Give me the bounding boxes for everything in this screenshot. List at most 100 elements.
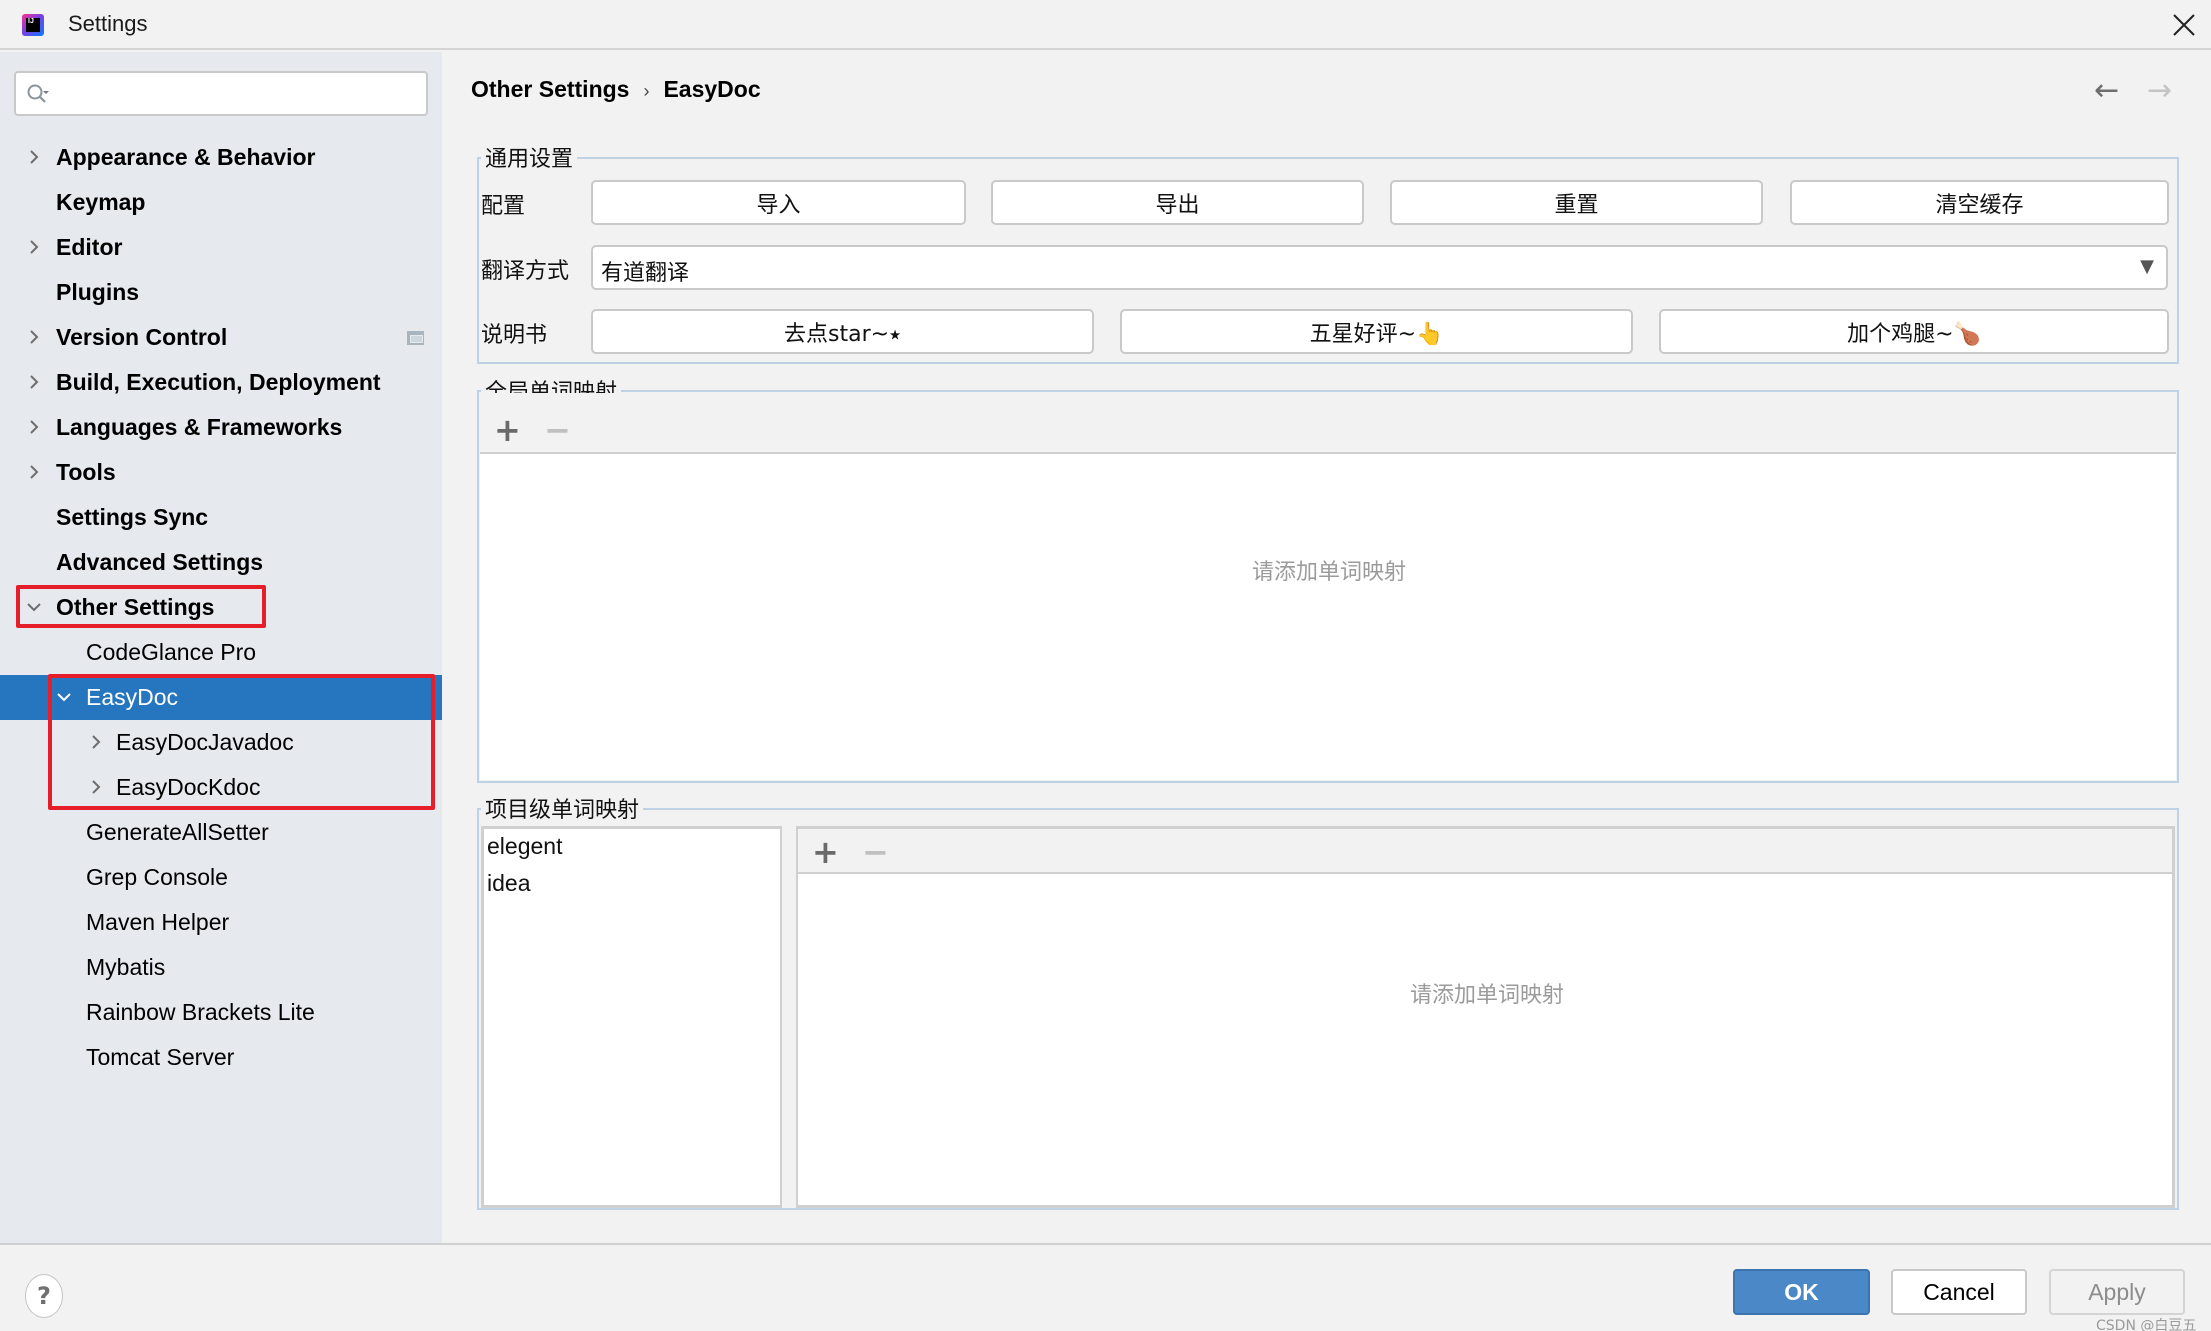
project-list-item[interactable]: idea bbox=[487, 870, 530, 897]
back-button[interactable]: ← bbox=[2094, 76, 2119, 106]
sidebar-item-label: Tools bbox=[56, 459, 116, 485]
config-label: 配置 bbox=[481, 194, 526, 219]
sidebar-item-mybatis[interactable]: Mybatis bbox=[0, 945, 442, 990]
export-button[interactable]: 导出 bbox=[991, 180, 1364, 225]
star-button[interactable]: 去点star~⭑ bbox=[591, 309, 1094, 354]
sidebar-item-editor[interactable]: Editor bbox=[0, 225, 442, 270]
apply-button[interactable]: Apply bbox=[2049, 1269, 2185, 1315]
sidebar-item-grep-console[interactable]: Grep Console bbox=[0, 855, 442, 900]
project-mapping-toolbar: + − bbox=[798, 829, 2172, 874]
chevron-right-icon[interactable] bbox=[24, 450, 44, 495]
sidebar-item-easydoc[interactable]: EasyDoc bbox=[0, 675, 442, 720]
sidebar-item-label: Maven Helper bbox=[86, 909, 230, 935]
sidebar-item-label: Rainbow Brackets Lite bbox=[86, 999, 315, 1025]
sidebar-item-label: GenerateAllSetter bbox=[86, 819, 269, 845]
watermark: CSDN @白豆五 bbox=[2096, 1318, 2197, 1331]
sidebar-item-keymap[interactable]: Keymap bbox=[0, 180, 442, 225]
breadcrumb-parent[interactable]: Other Settings bbox=[471, 76, 629, 102]
project-list: elegent idea bbox=[481, 826, 782, 1208]
arrow-right-icon: → bbox=[2147, 73, 2173, 108]
chevron-right-icon[interactable] bbox=[86, 720, 106, 765]
sidebar-item-label: EasyDoc bbox=[86, 684, 179, 710]
sidebar-item-tools[interactable]: Tools bbox=[0, 450, 442, 495]
translate-method-select[interactable]: 有道翻译 ▼ bbox=[591, 245, 2168, 290]
sidebar-item-generateallsetter[interactable]: GenerateAllSetter bbox=[0, 810, 442, 855]
breadcrumb-current: EasyDoc bbox=[663, 76, 761, 102]
chevron-right-icon[interactable] bbox=[86, 765, 106, 810]
sidebar-item-label: Settings Sync bbox=[56, 504, 209, 530]
forward-button[interactable]: → bbox=[2147, 76, 2172, 106]
global-mapping-toolbar: + − bbox=[480, 393, 2176, 454]
chevron-right-icon[interactable] bbox=[24, 315, 44, 360]
five-star-review-button[interactable]: 五星好评~👆 bbox=[1120, 309, 1633, 354]
chevron-right-icon[interactable] bbox=[24, 360, 44, 405]
project-mapping-panel: + − 请添加单词映射 bbox=[796, 826, 2175, 1208]
question-mark-icon: ? bbox=[37, 1282, 51, 1310]
sidebar-item-codeglance-pro[interactable]: CodeGlance Pro bbox=[0, 630, 442, 675]
cancel-button[interactable]: Cancel bbox=[1891, 1269, 2027, 1315]
sidebar-item-label: Appearance & Behavior bbox=[56, 144, 316, 170]
chevron-down-icon: ▼ bbox=[2140, 256, 2154, 277]
project-mapping-legend: 项目级单词映射 bbox=[481, 792, 644, 824]
sidebar-item-build-execution-deployment[interactable]: Build, Execution, Deployment bbox=[0, 360, 442, 405]
settings-sidebar: Appearance & Behavior Keymap Editor Plugins… bbox=[0, 52, 442, 1243]
close-button[interactable] bbox=[2167, 8, 2201, 42]
sidebar-item-appearance-behavior[interactable]: Appearance & Behavior bbox=[0, 135, 442, 180]
sidebar-item-maven-helper[interactable]: Maven Helper bbox=[0, 900, 442, 945]
sidebar-item-label: Version Control bbox=[56, 324, 228, 350]
sidebar-item-label: CodeGlance Pro bbox=[86, 639, 257, 665]
title-bar: IJ Settings bbox=[0, 0, 2211, 50]
sidebar-item-label: Editor bbox=[56, 234, 123, 260]
donate-button[interactable]: 加个鸡腿~🍗 bbox=[1659, 309, 2169, 354]
manual-label: 说明书 bbox=[481, 323, 548, 348]
sidebar-item-rainbow-brackets-lite[interactable]: Rainbow Brackets Lite bbox=[0, 990, 442, 1035]
add-global-mapping-button[interactable]: + bbox=[494, 414, 521, 446]
sidebar-item-tomcat-server[interactable]: Tomcat Server bbox=[0, 1035, 442, 1080]
ok-button[interactable]: OK bbox=[1733, 1269, 1870, 1315]
close-icon bbox=[2173, 14, 2195, 36]
sidebar-item-label: EasyDocKdoc bbox=[116, 774, 261, 800]
sidebar-item-version-control[interactable]: Version Control bbox=[0, 315, 442, 360]
help-button[interactable]: ? bbox=[25, 1274, 63, 1318]
translate-method-label: 翻译方式 bbox=[481, 259, 570, 284]
global-mapping-table: 请添加单词映射 bbox=[480, 454, 2176, 780]
chevron-down-icon[interactable] bbox=[24, 585, 44, 630]
project-mapping-empty-text: 请添加单词映射 bbox=[1410, 983, 1565, 1008]
global-mapping-empty-text: 请添加单词映射 bbox=[1252, 560, 1407, 585]
sidebar-item-label: EasyDocJavadoc bbox=[116, 729, 294, 755]
sidebar-item-label: Grep Console bbox=[86, 864, 228, 890]
search-icon bbox=[27, 84, 49, 103]
add-project-mapping-button[interactable]: + bbox=[812, 836, 839, 868]
translate-method-value: 有道翻译 bbox=[601, 261, 690, 286]
chevron-right-icon[interactable] bbox=[24, 135, 44, 180]
reset-button[interactable]: 重置 bbox=[1390, 180, 1763, 225]
sidebar-item-label: Tomcat Server bbox=[86, 1044, 235, 1070]
breadcrumb-separator: › bbox=[643, 81, 650, 101]
chevron-down-icon[interactable] bbox=[54, 675, 74, 720]
remove-project-mapping-button[interactable]: − bbox=[862, 836, 889, 868]
sidebar-item-label: Advanced Settings bbox=[56, 549, 264, 575]
breadcrumb: Other Settings › EasyDoc bbox=[471, 76, 761, 103]
sidebar-item-settings-sync[interactable]: Settings Sync bbox=[0, 495, 442, 540]
project-list-item[interactable]: elegent bbox=[487, 833, 562, 860]
sidebar-item-plugins[interactable]: Plugins bbox=[0, 270, 442, 315]
sidebar-item-easydocjavadoc[interactable]: EasyDocJavadoc bbox=[0, 720, 442, 765]
arrow-left-icon: ← bbox=[2094, 73, 2120, 108]
chevron-right-icon[interactable] bbox=[24, 405, 44, 450]
remove-global-mapping-button[interactable]: − bbox=[544, 414, 571, 446]
clear-cache-button[interactable]: 清空缓存 bbox=[1790, 180, 2169, 225]
import-button[interactable]: 导入 bbox=[591, 180, 966, 225]
project-scope-icon bbox=[407, 331, 424, 345]
sidebar-item-label: Keymap bbox=[56, 189, 146, 215]
sidebar-item-label: Languages & Frameworks bbox=[56, 414, 343, 440]
sidebar-item-advanced-settings[interactable]: Advanced Settings bbox=[0, 540, 442, 585]
sidebar-item-easydockdoc[interactable]: EasyDocKdoc bbox=[0, 765, 442, 810]
sidebar-item-label: Build, Execution, Deployment bbox=[56, 369, 381, 395]
general-settings-legend: 通用设置 bbox=[481, 141, 578, 173]
sidebar-item-other-settings[interactable]: Other Settings bbox=[0, 585, 442, 630]
search-input[interactable] bbox=[14, 71, 428, 116]
sidebar-item-label: Mybatis bbox=[86, 954, 166, 980]
chevron-right-icon[interactable] bbox=[24, 225, 44, 270]
dialog-footer: ? OK Cancel Apply CSDN @白豆五 bbox=[0, 1243, 2211, 1331]
sidebar-item-languages-frameworks[interactable]: Languages & Frameworks bbox=[0, 405, 442, 450]
